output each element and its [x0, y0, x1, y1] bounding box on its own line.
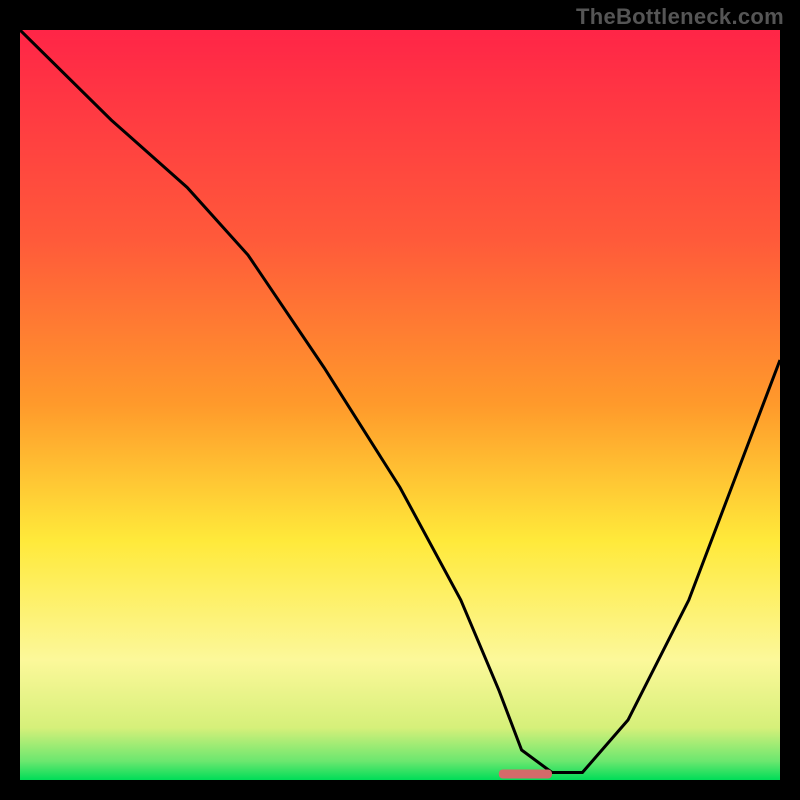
- optimal-marker: [499, 770, 552, 779]
- chart-frame: TheBottleneck.com: [0, 0, 800, 800]
- chart-svg: [20, 30, 780, 780]
- watermark-text: TheBottleneck.com: [576, 4, 784, 30]
- plot-area: [20, 30, 780, 780]
- gradient-background: [20, 30, 780, 780]
